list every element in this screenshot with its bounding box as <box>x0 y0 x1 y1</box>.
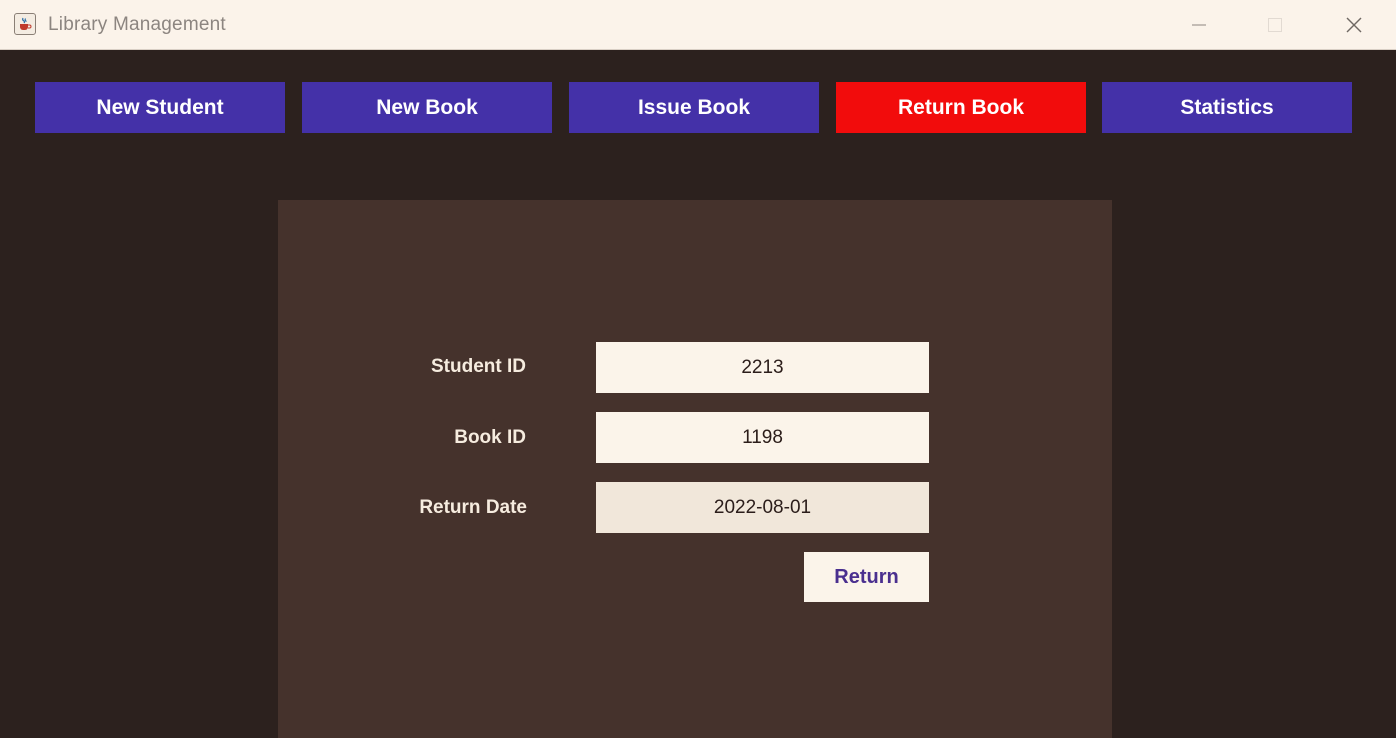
nav-new-student-button[interactable]: New Student <box>35 82 285 133</box>
book-id-field[interactable] <box>596 412 929 463</box>
nav-issue-book-button[interactable]: Issue Book <box>569 82 819 133</box>
book-id-label: Book ID <box>454 427 526 448</box>
app-window: Library Management New Student New Book … <box>0 0 1396 738</box>
close-icon <box>1346 17 1362 33</box>
maximize-icon <box>1268 18 1282 32</box>
nav-statistics-button[interactable]: Statistics <box>1102 82 1352 133</box>
title-bar: Library Management <box>0 0 1396 50</box>
java-cup-icon <box>14 13 36 35</box>
return-button[interactable]: Return <box>804 552 929 602</box>
nav-return-book-button[interactable]: Return Book <box>836 82 1086 133</box>
student-id-field[interactable] <box>596 342 929 393</box>
return-book-panel: Student ID Book ID Return Date Return <box>278 200 1112 738</box>
student-id-label: Student ID <box>431 356 526 377</box>
return-date-label: Return Date <box>419 497 527 518</box>
close-button[interactable] <box>1319 0 1389 50</box>
maximize-button[interactable] <box>1240 0 1310 50</box>
return-date-field[interactable] <box>596 482 929 533</box>
window-title: Library Management <box>48 14 226 35</box>
nav-new-book-button[interactable]: New Book <box>302 82 552 133</box>
minimize-icon <box>1192 24 1206 26</box>
minimize-button[interactable] <box>1164 0 1234 50</box>
